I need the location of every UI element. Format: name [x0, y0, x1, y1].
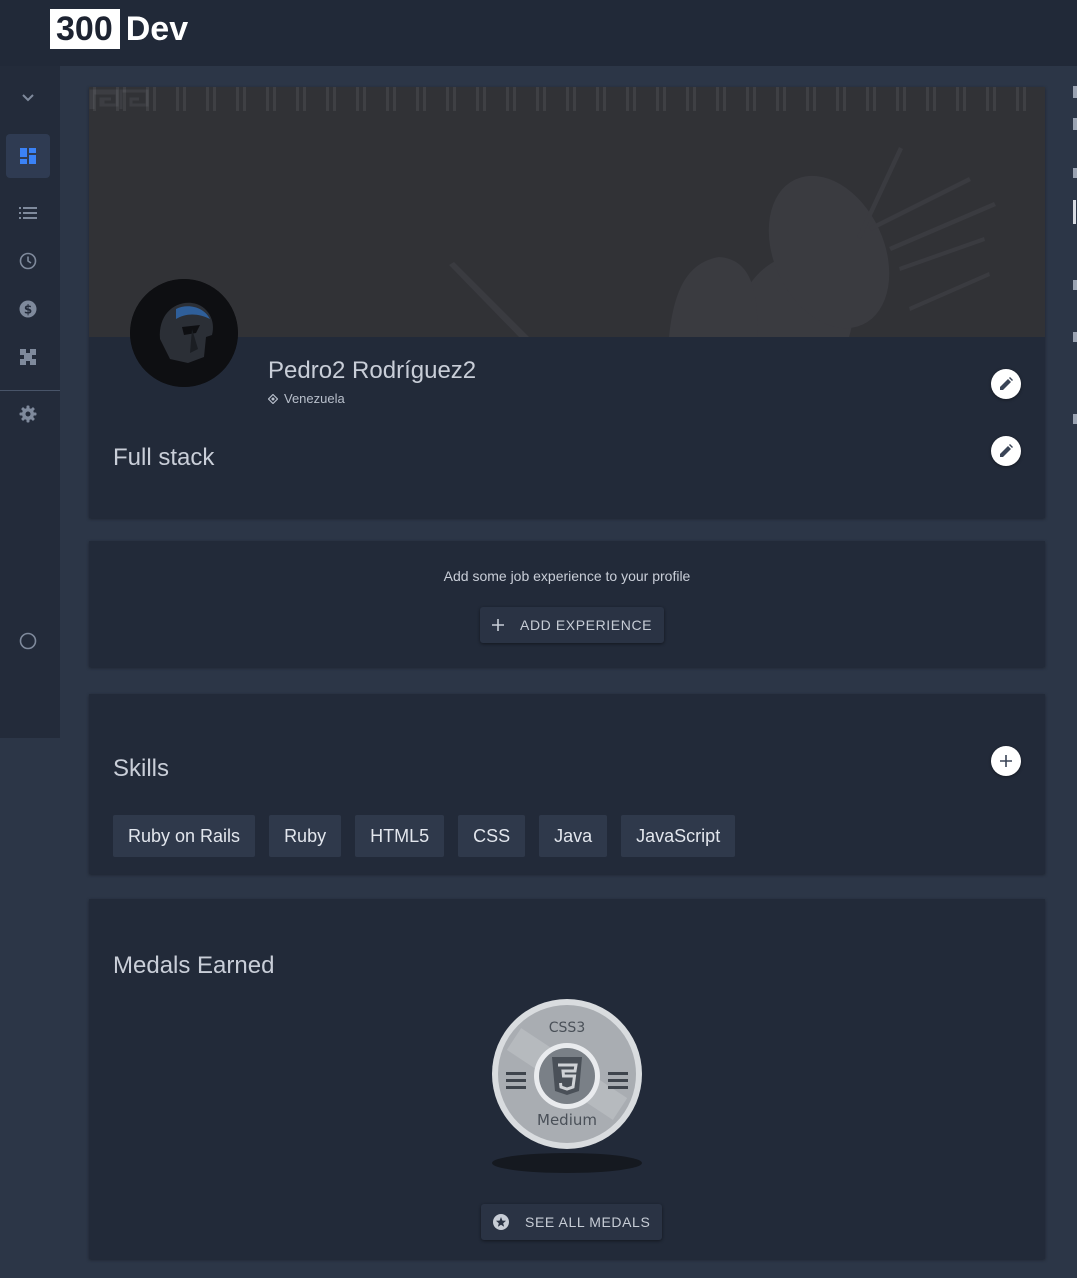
- sidebar-divider: [0, 390, 60, 391]
- medals-title: Medals Earned: [113, 952, 275, 979]
- logo-number: 300: [50, 9, 120, 49]
- location-pin-icon: [268, 393, 278, 404]
- plus-icon: [1000, 755, 1012, 767]
- dashboard-icon: [20, 148, 36, 164]
- dollar-icon: $: [19, 300, 37, 318]
- sidebar-item-list[interactable]: [6, 191, 50, 235]
- medals-card: Medals Earned CSS3 Medium SEE ALL MEDALS: [89, 899, 1045, 1259]
- sidebar-item-challenges[interactable]: [6, 335, 50, 379]
- logo-name: Dev: [125, 10, 189, 48]
- list-icon: [19, 207, 37, 219]
- profile-banner: [89, 87, 1045, 337]
- add-experience-label: ADD EXPERIENCE: [520, 617, 653, 633]
- skill-chip[interactable]: Java: [539, 815, 608, 857]
- experience-card: Add some job experience to your profile …: [89, 541, 1045, 667]
- profile-headline: Full stack: [113, 444, 215, 471]
- skill-chip[interactable]: Ruby: [269, 815, 342, 857]
- pencil-icon: [1000, 377, 1013, 390]
- profile-location: Venezuela: [268, 391, 345, 406]
- see-all-medals-label: SEE ALL MEDALS: [525, 1214, 651, 1230]
- medal-level: Medium: [537, 1111, 597, 1129]
- plus-icon: [492, 619, 504, 631]
- right-panel-edge: [1068, 66, 1077, 1278]
- avatar[interactable]: [130, 279, 238, 387]
- gear-icon: [19, 405, 37, 423]
- pencil-icon: [1000, 444, 1013, 457]
- sidebar: $: [0, 66, 60, 738]
- add-skill-button[interactable]: [991, 746, 1021, 776]
- css3-medal[interactable]: CSS3 Medium: [492, 999, 642, 1149]
- sidebar-collapse-toggle[interactable]: [6, 76, 50, 120]
- skill-chip[interactable]: JavaScript: [621, 815, 736, 857]
- svg-text:$: $: [24, 303, 32, 317]
- clock-icon: [19, 252, 37, 270]
- skill-chip[interactable]: CSS: [458, 815, 526, 857]
- add-experience-button[interactable]: ADD EXPERIENCE: [480, 607, 665, 643]
- top-bar: 300 Dev: [0, 0, 1077, 66]
- spartan-banner-image: [89, 87, 1045, 337]
- sidebar-item-status[interactable]: [6, 619, 50, 663]
- skill-chip[interactable]: HTML5: [355, 815, 445, 857]
- skills-list: Ruby on Rails Ruby HTML5 CSS Java JavaSc…: [113, 815, 736, 857]
- sidebar-item-payments[interactable]: $: [6, 287, 50, 331]
- skill-chip[interactable]: Ruby on Rails: [113, 815, 256, 857]
- circle-icon: [19, 632, 37, 650]
- sidebar-item-dashboard[interactable]: [6, 134, 50, 178]
- location-text: Venezuela: [284, 391, 345, 406]
- edit-headline-button[interactable]: [991, 436, 1021, 466]
- profile-card: Pedro2 Rodríguez2 Venezuela Full stack: [89, 87, 1045, 518]
- medal-star-icon: [493, 1214, 509, 1230]
- profile-name: Pedro2 Rodríguez2: [268, 357, 477, 384]
- greek-key-border: [89, 87, 1045, 111]
- edit-profile-button[interactable]: [991, 369, 1021, 399]
- see-all-medals-button[interactable]: SEE ALL MEDALS: [481, 1204, 663, 1240]
- medal-name: CSS3: [549, 1020, 585, 1036]
- sidebar-item-settings[interactable]: [6, 392, 50, 436]
- medal-shadow: [492, 1153, 642, 1173]
- puzzle-icon: [19, 348, 37, 366]
- skills-title: Skills: [113, 755, 170, 782]
- experience-empty-text: Add some job experience to your profile: [443, 568, 691, 584]
- spartan-helmet-avatar: [130, 279, 238, 387]
- sidebar-item-history[interactable]: [6, 239, 50, 283]
- chevron-down-icon: [22, 94, 34, 102]
- skills-card: Skills Ruby on Rails Ruby HTML5 CSS Java…: [89, 694, 1045, 874]
- brand-logo[interactable]: 300 Dev: [50, 9, 188, 49]
